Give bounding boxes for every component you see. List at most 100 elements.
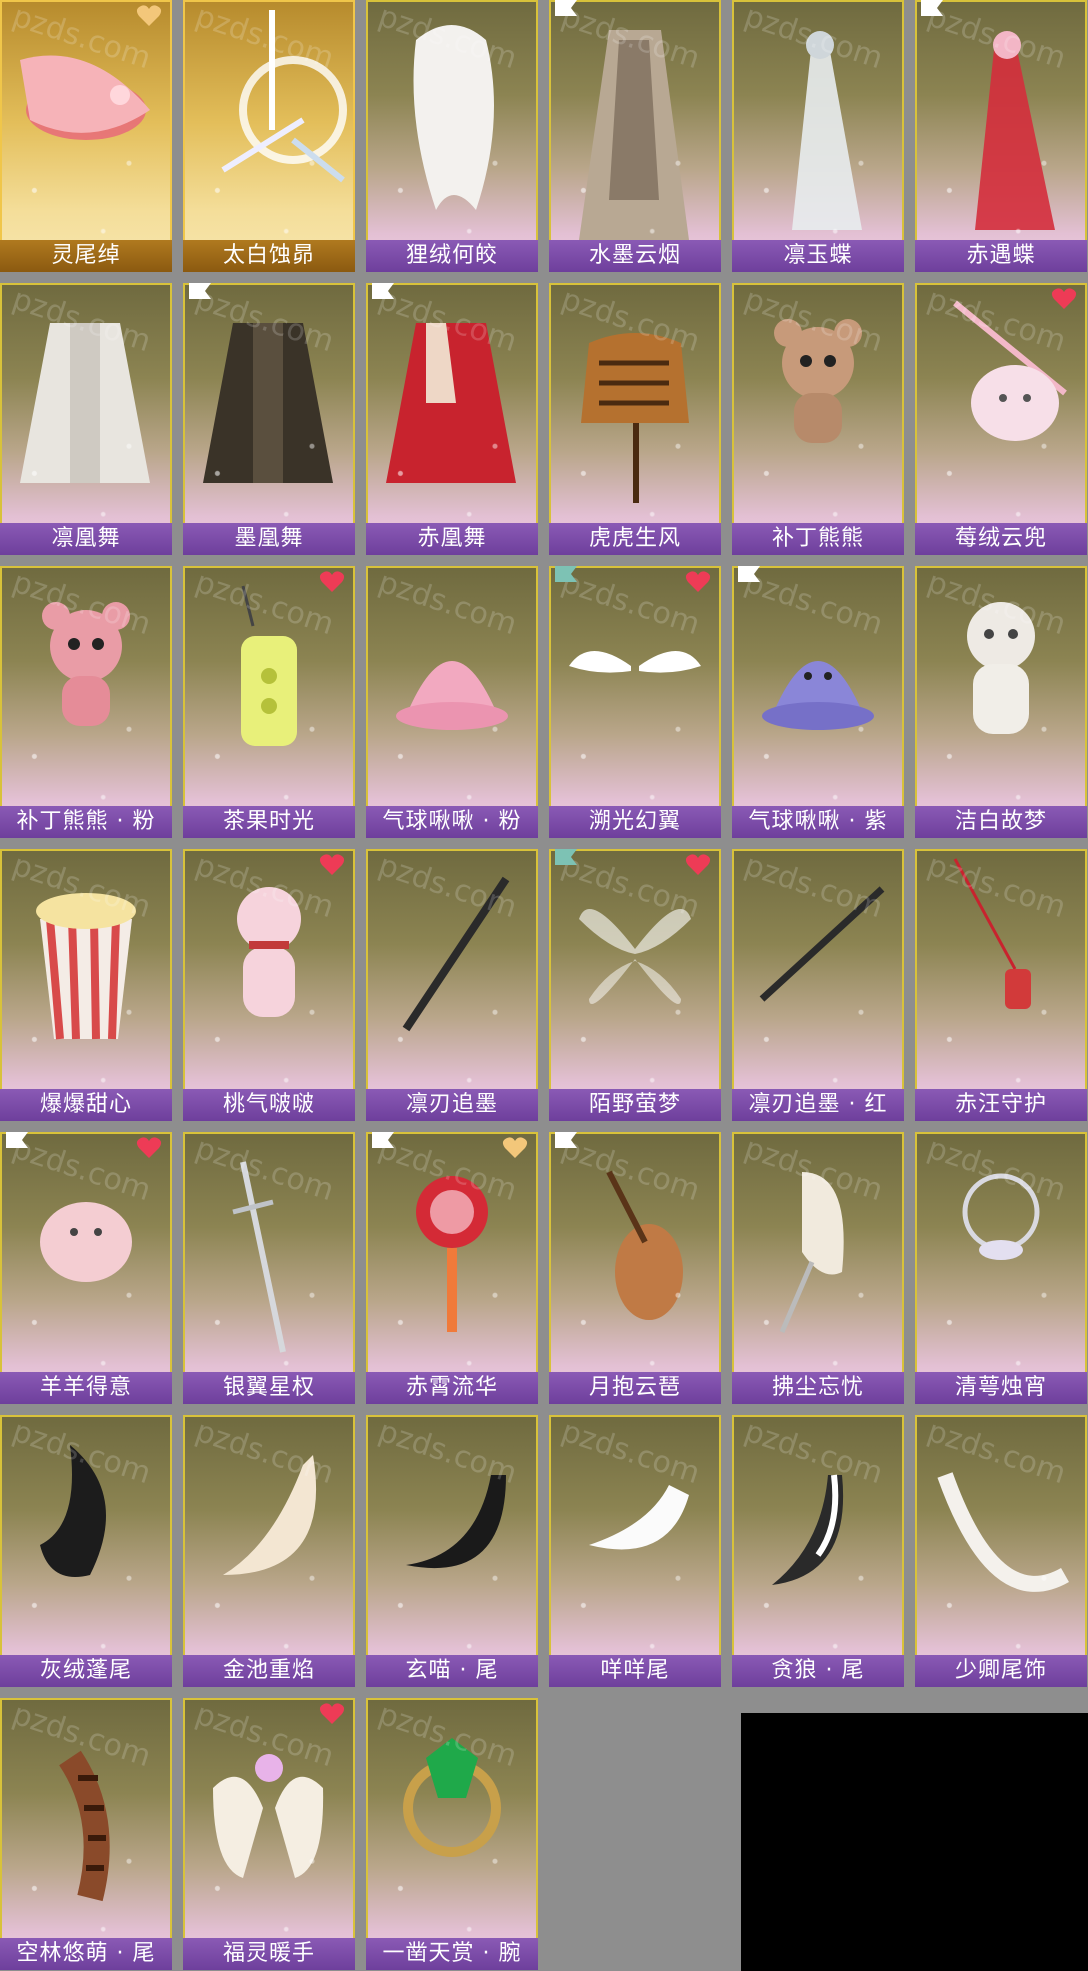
- sparkle-overlay: [915, 283, 1087, 555]
- item-name-label: 爆爆甜心: [0, 1089, 172, 1121]
- item-name-label: 桃气啵啵: [183, 1089, 355, 1121]
- item-card[interactable]: pzds.com凛凰舞: [0, 283, 172, 555]
- item-name-label: 气球啾啾 · 粉: [366, 806, 538, 838]
- sparkle-overlay: [0, 849, 172, 1121]
- sparkle-overlay: [549, 1415, 721, 1687]
- heart-icon[interactable]: [319, 853, 345, 877]
- item-card[interactable]: pzds.com爆爆甜心: [0, 849, 172, 1121]
- heart-icon[interactable]: [685, 570, 711, 594]
- item-card[interactable]: pzds.com茶果时光: [183, 566, 355, 838]
- heart-icon[interactable]: [136, 1136, 162, 1160]
- item-card[interactable]: pzds.com补丁熊熊: [732, 283, 904, 555]
- item-card[interactable]: pzds.com赤霄流华: [366, 1132, 538, 1404]
- item-name-label: 溯光幻翼: [549, 806, 721, 838]
- sparkle-overlay: [366, 1132, 538, 1404]
- item-card[interactable]: pzds.com贪狼 · 尾: [732, 1415, 904, 1687]
- heart-icon[interactable]: [502, 1136, 528, 1160]
- item-card[interactable]: pzds.com金池重焰: [183, 1415, 355, 1687]
- item-name-label: 贪狼 · 尾: [732, 1655, 904, 1687]
- tag-icon: [921, 0, 943, 16]
- item-card[interactable]: pzds.com补丁熊熊 · 粉: [0, 566, 172, 838]
- item-name-label: 补丁熊熊: [732, 523, 904, 555]
- heart-icon[interactable]: [319, 1702, 345, 1726]
- item-card[interactable]: pzds.com灵尾绰: [0, 0, 172, 272]
- item-card[interactable]: pzds.com墨凰舞: [183, 283, 355, 555]
- item-name-label: 洁白故梦: [915, 806, 1087, 838]
- item-card[interactable]: pzds.com月抱云琶: [549, 1132, 721, 1404]
- sparkle-overlay: [366, 283, 538, 555]
- sparkle-overlay: [0, 1698, 172, 1970]
- item-card[interactable]: pzds.com气球啾啾 · 紫: [732, 566, 904, 838]
- item-card[interactable]: pzds.com咩咩尾: [549, 1415, 721, 1687]
- item-card[interactable]: pzds.com太白蚀昴: [183, 0, 355, 272]
- item-card[interactable]: pzds.com灰绒蓬尾: [0, 1415, 172, 1687]
- item-name-label: 玄喵 · 尾: [366, 1655, 538, 1687]
- item-grid: pzds.com灵尾绰pzds.com太白蚀昴pzds.com狸绒何皎pzds.…: [0, 0, 1087, 1970]
- item-card[interactable]: pzds.com玄喵 · 尾: [366, 1415, 538, 1687]
- item-card[interactable]: pzds.com陌野萤梦: [549, 849, 721, 1121]
- item-name-label: 莓绒云兜: [915, 523, 1087, 555]
- sparkle-overlay: [183, 0, 355, 272]
- item-card[interactable]: pzds.com溯光幻翼: [549, 566, 721, 838]
- item-name-label: 羊羊得意: [0, 1372, 172, 1404]
- item-name-label: 月抱云琶: [549, 1372, 721, 1404]
- item-name-label: 赤凰舞: [366, 523, 538, 555]
- tag-icon: [555, 849, 577, 865]
- sparkle-overlay: [0, 0, 172, 272]
- item-card[interactable]: pzds.com清萼烛宵: [915, 1132, 1087, 1404]
- item-card[interactable]: pzds.com银翼星权: [183, 1132, 355, 1404]
- sparkle-overlay: [183, 849, 355, 1121]
- item-card[interactable]: pzds.com少卿尾饰: [915, 1415, 1087, 1687]
- sparkle-overlay: [366, 1698, 538, 1970]
- item-card[interactable]: pzds.com水墨云烟: [549, 0, 721, 272]
- sparkle-overlay: [366, 849, 538, 1121]
- item-name-label: 咩咩尾: [549, 1655, 721, 1687]
- item-card[interactable]: pzds.com一凿天赏 · 腕: [366, 1698, 538, 1970]
- item-card[interactable]: pzds.com空林悠萌 · 尾: [0, 1698, 172, 1970]
- tag-icon: [555, 0, 577, 16]
- sparkle-overlay: [549, 0, 721, 272]
- item-card[interactable]: pzds.com莓绒云兜: [915, 283, 1087, 555]
- heart-icon[interactable]: [136, 4, 162, 28]
- item-card[interactable]: pzds.com赤汪守护: [915, 849, 1087, 1121]
- tag-icon: [372, 1132, 394, 1148]
- item-name-label: 赤霄流华: [366, 1372, 538, 1404]
- item-card[interactable]: pzds.com福灵暖手: [183, 1698, 355, 1970]
- item-name-label: 灰绒蓬尾: [0, 1655, 172, 1687]
- tag-icon: [6, 1132, 28, 1148]
- empty-region: [741, 1713, 1088, 1971]
- item-card[interactable]: pzds.com凛玉蝶: [732, 0, 904, 272]
- item-name-label: 赤汪守护: [915, 1089, 1087, 1121]
- heart-icon[interactable]: [1051, 287, 1077, 311]
- item-card[interactable]: pzds.com虎虎生风: [549, 283, 721, 555]
- item-name-label: 清萼烛宵: [915, 1372, 1087, 1404]
- heart-icon[interactable]: [319, 570, 345, 594]
- item-name-label: 少卿尾饰: [915, 1655, 1087, 1687]
- item-name-label: 茶果时光: [183, 806, 355, 838]
- sparkle-overlay: [366, 566, 538, 838]
- sparkle-overlay: [549, 849, 721, 1121]
- heart-icon[interactable]: [685, 853, 711, 877]
- sparkle-overlay: [549, 1132, 721, 1404]
- item-card[interactable]: pzds.com凛刃追墨 · 红: [732, 849, 904, 1121]
- item-card[interactable]: pzds.com赤凰舞: [366, 283, 538, 555]
- item-card[interactable]: pzds.com气球啾啾 · 粉: [366, 566, 538, 838]
- item-name-label: 气球啾啾 · 紫: [732, 806, 904, 838]
- item-name-label: 太白蚀昴: [183, 240, 355, 272]
- item-name-label: 凛玉蝶: [732, 240, 904, 272]
- item-card[interactable]: pzds.com凛刃追墨: [366, 849, 538, 1121]
- sparkle-overlay: [915, 1415, 1087, 1687]
- sparkle-overlay: [732, 0, 904, 272]
- item-card[interactable]: pzds.com桃气啵啵: [183, 849, 355, 1121]
- item-card[interactable]: pzds.com洁白故梦: [915, 566, 1087, 838]
- sparkle-overlay: [366, 1415, 538, 1687]
- sparkle-overlay: [915, 0, 1087, 272]
- sparkle-overlay: [732, 849, 904, 1121]
- item-name-label: 空林悠萌 · 尾: [0, 1938, 172, 1970]
- item-card[interactable]: pzds.com羊羊得意: [0, 1132, 172, 1404]
- item-card[interactable]: pzds.com赤遇蝶: [915, 0, 1087, 272]
- item-card[interactable]: pzds.com拂尘忘忧: [732, 1132, 904, 1404]
- item-name-label: 拂尘忘忧: [732, 1372, 904, 1404]
- item-name-label: 陌野萤梦: [549, 1089, 721, 1121]
- item-card[interactable]: pzds.com狸绒何皎: [366, 0, 538, 272]
